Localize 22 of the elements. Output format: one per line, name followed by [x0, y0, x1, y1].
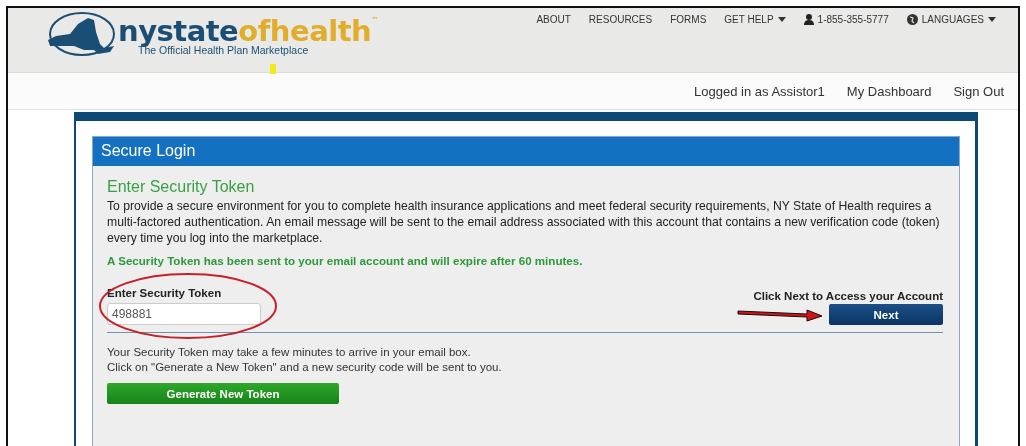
- help-text: Click on "Generate a New Token" and a new security code will be sent to you.: [107, 360, 503, 375]
- next-hint: Click Next to Access your Account: [753, 290, 943, 302]
- token-input[interactable]: 498881: [107, 303, 261, 325]
- logo-wordmark: nystate: [118, 14, 239, 47]
- notice-text: A Security Token has been sent to your email account and will expire after 60 minutes.: [107, 254, 584, 267]
- user-link[interactable]: Sign Out: [953, 83, 1004, 99]
- nav-link[interactable]: FORMS: [670, 14, 707, 25]
- next-button[interactable]: Next: [829, 304, 943, 325]
- nav-link[interactable]: RESOURCES: [588, 14, 653, 25]
- nav-link[interactable]: LANGUAGES: [906, 14, 996, 25]
- nav-link[interactable]: GET HELP: [724, 14, 786, 25]
- logo-wordmark-accent: ofhealth: [238, 14, 372, 47]
- field-label: Enter Security Token: [107, 287, 223, 299]
- nav-link[interactable]: ABOUT: [536, 14, 571, 25]
- user-link[interactable]: Logged in as Assistor1: [694, 83, 825, 99]
- panel-title: Secure Login: [101, 142, 196, 159]
- help-text: Your Security Token may take a few minutes to arrive in your email box.: [107, 345, 472, 360]
- generate-token-button[interactable]: Generate New Token: [107, 383, 339, 404]
- nav-link[interactable]: 1-855-355-5777: [803, 14, 889, 25]
- intro-text: To provide a secure environment for you to complete health insurance applications and meet federal security requirements, NY State of Health requires a multi-factored authentication. An email message will be sent to the email address associated with this account that contains a new verification code (token) every time you log into the marketplace.: [107, 198, 941, 246]
- user-link[interactable]: My Dashboard: [846, 83, 932, 99]
- section-heading: Enter Security Token: [107, 178, 256, 196]
